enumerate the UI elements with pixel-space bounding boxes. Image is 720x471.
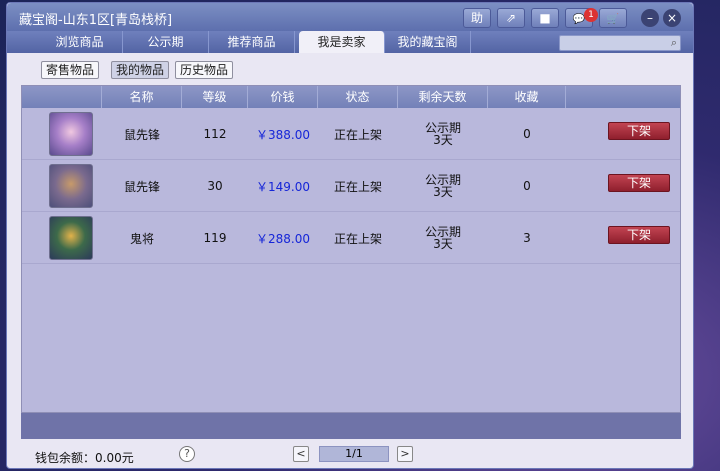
tab-recommended[interactable]: 推荐商品	[209, 31, 295, 53]
search-input[interactable]: ⌕	[559, 35, 681, 51]
table-row: 鼠先锋 30 ￥149.00 正在上架 公示期 3天 0 下架	[22, 160, 680, 212]
minimize-button[interactable]: –	[641, 9, 659, 27]
tab-seller[interactable]: 我是卖家	[299, 31, 385, 53]
header-level: 等级	[182, 86, 248, 108]
next-page-button[interactable]: >	[397, 446, 413, 462]
subtab-consignment[interactable]: 寄售物品	[41, 61, 100, 79]
table-row: 鬼将 119 ￥288.00 正在上架 公示期 3天 3 下架	[22, 212, 680, 264]
search-icon[interactable]: ⌕	[671, 36, 677, 50]
item-remaining: 公示期 3天	[398, 212, 488, 264]
header-price: 价钱	[248, 86, 318, 108]
subtab-history[interactable]: 历史物品	[175, 61, 234, 79]
delist-button[interactable]: 下架	[608, 226, 670, 244]
wallet-balance: 钱包余额：0.00元	[35, 451, 134, 465]
remaining-days: 3天	[433, 185, 453, 199]
record-button[interactable]: ■	[531, 8, 559, 28]
main-tabs: 浏览商品 公示期 推荐商品 我是卖家 我的藏宝阁 ⌕	[7, 31, 693, 53]
header-name: 名称	[102, 86, 182, 108]
item-name[interactable]: 鼠先锋	[102, 160, 182, 212]
delist-button[interactable]: 下架	[608, 122, 670, 140]
item-status: 正在上架	[333, 231, 382, 246]
prev-page-button[interactable]: <	[293, 446, 309, 462]
item-status: 正在上架	[333, 179, 382, 194]
item-favorites: 0	[523, 127, 531, 141]
table-footer-strip	[21, 413, 681, 439]
pet-avatar[interactable]	[49, 164, 93, 208]
remaining-days: 3天	[433, 133, 453, 147]
tab-public-period[interactable]: 公示期	[123, 31, 209, 53]
item-level: 112	[203, 127, 227, 141]
item-name[interactable]: 鼠先锋	[102, 108, 182, 160]
close-button[interactable]: ×	[663, 9, 681, 27]
items-table: 名称 等级 价钱 状态 剩余天数 收藏 鼠先锋 112 ￥388.00 正在上架…	[21, 85, 681, 413]
cart-icon: 🛒	[606, 14, 620, 25]
item-level: 30	[207, 179, 223, 193]
treasure-pavilion-window: 藏宝阁-山东1区[青岛栈桥] 助 ⇗ ■ 💬 1 🛒 – × 浏览商品 公示期 …	[6, 2, 694, 469]
header-image	[22, 86, 102, 108]
help-icon[interactable]: ?	[179, 446, 195, 462]
tab-browse[interactable]: 浏览商品	[37, 31, 123, 53]
arrow-icon: ⇗	[505, 11, 517, 25]
pet-avatar[interactable]	[49, 216, 93, 260]
item-price: ￥149.00	[256, 179, 310, 194]
minimize-icon: –	[647, 11, 653, 25]
table-row: 鼠先锋 112 ￥388.00 正在上架 公示期 3天 0 下架	[22, 108, 680, 160]
header-favorites: 收藏	[488, 86, 566, 108]
item-remaining: 公示期 3天	[398, 160, 488, 212]
share-button[interactable]: ⇗	[497, 8, 525, 28]
close-icon: ×	[666, 11, 678, 25]
item-remaining: 公示期 3天	[398, 108, 488, 160]
item-level: 119	[203, 231, 227, 245]
cart-button[interactable]: 🛒	[599, 8, 627, 28]
remaining-days: 3天	[433, 237, 453, 251]
table-header: 名称 等级 价钱 状态 剩余天数 收藏	[22, 86, 680, 108]
titlebar: 藏宝阁-山东1区[青岛栈桥] 助 ⇗ ■ 💬 1 🛒 – ×	[7, 3, 693, 31]
pet-avatar[interactable]	[49, 112, 93, 156]
header-remaining: 剩余天数	[398, 86, 488, 108]
item-favorites: 0	[523, 179, 531, 193]
item-status: 正在上架	[333, 127, 382, 142]
page-indicator: 1/1	[319, 446, 389, 462]
tab-my-treasure[interactable]: 我的藏宝阁	[385, 31, 471, 53]
item-favorites: 3	[523, 231, 531, 245]
header-action	[566, 86, 680, 108]
subtab-my-items[interactable]: 我的物品	[111, 61, 170, 79]
item-price: ￥388.00	[256, 127, 310, 142]
chat-notification-badge: 1	[584, 8, 598, 22]
item-name[interactable]: 鬼将	[102, 212, 182, 264]
item-price: ￥288.00	[256, 231, 310, 246]
help-char-button[interactable]: 助	[463, 8, 491, 28]
header-status: 状态	[318, 86, 398, 108]
window-title: 藏宝阁-山东1区[青岛栈桥]	[19, 13, 173, 28]
delist-button[interactable]: 下架	[608, 174, 670, 192]
stop-icon: ■	[539, 11, 551, 25]
